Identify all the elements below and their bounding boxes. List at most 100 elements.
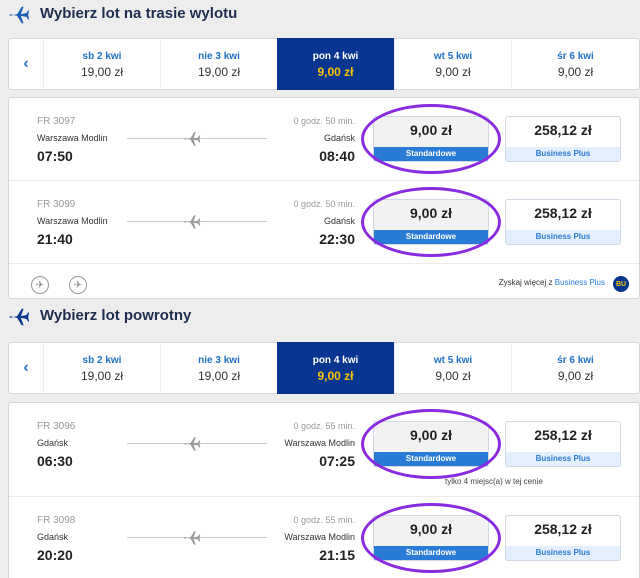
fare-label: Business Plus [506, 452, 620, 466]
date-tab[interactable]: wt 5 kwi 9,00 zł [394, 343, 511, 393]
date-tab[interactable]: śr 6 kwi 9,00 zł [511, 39, 639, 89]
date-tab[interactable]: śr 6 kwi 9,00 zł [511, 343, 639, 393]
date-price: 9,00 zł [317, 369, 354, 383]
departure-time: 06:30 [37, 453, 73, 469]
date-label: śr 6 kwi [557, 51, 594, 62]
date-price: 9,00 zł [435, 65, 471, 79]
plane-crossed-icon[interactable]: ✈ [31, 276, 49, 294]
prev-dates-button[interactable]: ‹ [9, 343, 43, 393]
arrival-time: 07:25 [319, 453, 355, 469]
flight-number: FR 3097 [37, 116, 76, 127]
flight-row: FR 3097 Warszawa Modlin 07:50 0 godz. 50… [9, 98, 639, 181]
date-price: 19,00 zł [197, 65, 241, 79]
date-label: nie 3 kwi [198, 355, 240, 366]
date-label: pon 4 kwi [312, 355, 359, 366]
flight-number: FR 3099 [37, 199, 76, 210]
fare-price: 258,12 zł [534, 205, 592, 221]
fare-price: 9,00 zł [409, 205, 453, 221]
date-price: 9,00 zł [557, 65, 594, 79]
prev-dates-button[interactable]: ‹ [9, 39, 43, 89]
departure-time: 21:40 [37, 231, 73, 247]
date-label: pon 4 kwi [312, 51, 359, 62]
arrival-time: 21:15 [319, 547, 355, 563]
outbound-title: Wybierz lot na trasie wylotu [40, 5, 238, 22]
return-date-selector: ‹ sb 2 kwi 19,00 zł nie 3 kwi 19,00 zł pon… [8, 342, 640, 394]
seat-availability-note: tylko 4 miejsc(a) w tej cenie [445, 477, 543, 486]
date-label: sb 2 kwi [82, 51, 122, 62]
fare-price: 9,00 zł [409, 521, 453, 537]
date-label: nie 3 kwi [198, 51, 240, 62]
destination: Warszawa Modlin [284, 438, 355, 448]
fare-label: Business Plus [506, 546, 620, 560]
flight-duration: 0 godz. 55 min. [293, 421, 355, 431]
business-plus-badge-icon: BU [613, 276, 629, 292]
flight-row: FR 3098 Gdańsk 20:20 0 godz. 55 min. War… [9, 497, 639, 578]
departure-time: 20:20 [37, 547, 73, 563]
return-title: Wybierz lot powrotny [40, 307, 192, 324]
date-price: 9,00 zł [435, 369, 471, 383]
fare-price: 258,12 zł [534, 521, 592, 537]
date-label: sb 2 kwi [82, 355, 122, 366]
date-tab[interactable]: nie 3 kwi 19,00 zł [160, 343, 277, 393]
origin: Warszawa Modlin [37, 216, 108, 226]
plane-icon [184, 437, 201, 451]
flight-duration: 0 godz. 50 min. [293, 199, 355, 209]
fare-label: Standardowe [374, 230, 488, 244]
destination: Gdańsk [323, 216, 355, 226]
flight-row: FR 3096 Gdańsk 06:30 0 godz. 55 min. War… [9, 403, 639, 497]
date-price: 9,00 zł [317, 65, 354, 79]
business-fare-button[interactable]: 258,12 zł Business Plus [505, 421, 621, 467]
plane-icon [184, 132, 201, 146]
standard-fare-button[interactable]: 9,00 zł Standardowe [373, 515, 489, 561]
promo-text: Zyskaj więcej z [498, 278, 553, 287]
return-flight-list: FR 3096 Gdańsk 06:30 0 godz. 55 min. War… [8, 402, 640, 578]
standard-fare-button[interactable]: 9,00 zł Standardowe [373, 421, 489, 467]
business-fare-button[interactable]: 258,12 zł Business Plus [505, 199, 621, 245]
origin: Gdańsk [37, 532, 69, 542]
fare-label: Standardowe [374, 546, 488, 560]
fare-label: Standardowe [374, 147, 488, 161]
plane-icon [9, 308, 30, 326]
promo-link[interactable]: Business Plus [555, 278, 605, 287]
plane-icon [184, 531, 201, 545]
date-tab[interactable]: sb 2 kwi 19,00 zł [43, 39, 160, 89]
return-header: Wybierz lot powrotny [0, 302, 640, 332]
outbound-flight-list: FR 3097 Warszawa Modlin 07:50 0 godz. 50… [8, 97, 640, 299]
origin: Warszawa Modlin [37, 133, 108, 143]
arrival-time: 08:40 [319, 148, 355, 164]
date-tab-active[interactable]: pon 4 kwi 9,00 zł [277, 38, 394, 90]
destination: Warszawa Modlin [284, 532, 355, 542]
flight-duration: 0 godz. 50 min. [293, 116, 355, 126]
date-label: wt 5 kwi [433, 51, 473, 62]
date-price: 19,00 zł [80, 65, 124, 79]
date-tab[interactable]: sb 2 kwi 19,00 zł [43, 343, 160, 393]
arrival-time: 22:30 [319, 231, 355, 247]
fare-label: Business Plus [506, 147, 620, 161]
plane-icon [184, 215, 201, 229]
business-fare-button[interactable]: 258,12 zł Business Plus [505, 515, 621, 561]
flight-row: FR 3099 Warszawa Modlin 21:40 0 godz. 50… [9, 181, 639, 264]
plane-crossed-icon[interactable]: ✈ [69, 276, 87, 294]
outbound-header: Wybierz lot na trasie wylotu [0, 0, 640, 30]
fare-price: 258,12 zł [534, 122, 592, 138]
fare-label: Standardowe [374, 452, 488, 466]
flight-number: FR 3096 [37, 421, 76, 432]
date-tab[interactable]: nie 3 kwi 19,00 zł [160, 39, 277, 89]
standard-fare-button[interactable]: 9,00 zł Standardowe [373, 116, 489, 162]
flight-duration: 0 godz. 55 min. [293, 515, 355, 525]
fare-price: 9,00 zł [409, 122, 453, 138]
date-tab[interactable]: wt 5 kwi 9,00 zł [394, 39, 511, 89]
date-price: 19,00 zł [197, 369, 241, 383]
standard-fare-button[interactable]: 9,00 zł Standardowe [373, 199, 489, 245]
origin: Gdańsk [37, 438, 69, 448]
destination: Gdańsk [323, 133, 355, 143]
date-tab-active[interactable]: pon 4 kwi 9,00 zł [277, 342, 394, 394]
flight-number: FR 3098 [37, 515, 76, 526]
fare-label: Business Plus [506, 230, 620, 244]
business-fare-button[interactable]: 258,12 zł Business Plus [505, 116, 621, 162]
business-promo: Zyskaj więcej z Business Plus [499, 278, 605, 287]
outbound-date-selector: ‹ sb 2 kwi 19,00 zł nie 3 kwi 19,00 zł pon… [8, 38, 640, 90]
departure-time: 07:50 [37, 148, 73, 164]
fare-price: 258,12 zł [534, 427, 592, 443]
date-price: 9,00 zł [557, 369, 594, 383]
